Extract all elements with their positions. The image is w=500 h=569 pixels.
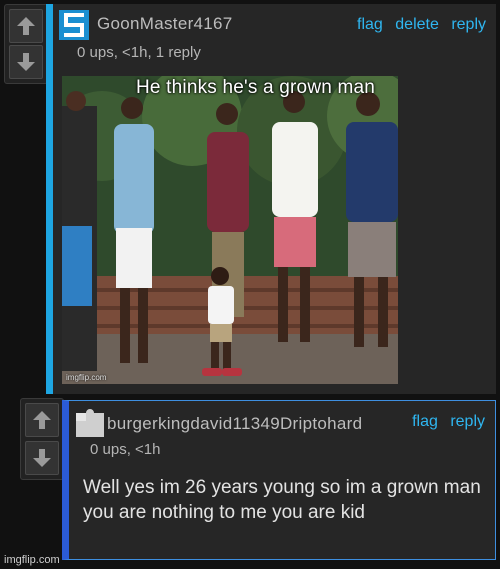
meme-watermark: imgflip.com [66,373,107,382]
reply-comment: burgerkingdavid11349Driptohard 0 ups, <1… [62,400,496,560]
reply-vote-column [20,398,64,480]
avatar[interactable] [76,407,104,437]
downvote-arrow-icon [33,449,51,467]
imgflip-s-logo-icon [59,10,89,40]
comment-vote-column [4,4,48,84]
downvote-arrow-icon [17,53,35,71]
upvote-arrow-icon [17,17,35,35]
comment-username[interactable]: GoonMaster4167 [97,14,233,34]
default-puzzle-avatar-icon [76,409,104,437]
site-watermark: imgflip.com [4,554,60,566]
flag-link[interactable]: flag [412,413,438,430]
comment: GoonMaster4167 0 ups, <1h, 1 reply flag … [46,4,496,394]
reply-meta: 0 ups, <1h [90,441,161,458]
comment-actions: flag delete reply [349,16,486,34]
flag-link[interactable]: flag [357,16,383,33]
meme-caption: He thinks he's a grown man [136,77,376,98]
upvote-button[interactable] [9,9,43,43]
reply-link[interactable]: reply [450,413,485,430]
downvote-button[interactable] [9,45,43,79]
reply-actions: flag reply [404,413,485,431]
avatar[interactable] [59,10,89,40]
reply-username[interactable]: burgerkingdavid11349Driptohard [107,414,362,434]
delete-link[interactable]: delete [395,16,439,33]
reply-text: Well yes im 26 years young so im a grown… [83,477,481,523]
meme-image[interactable]: He thinks he's a grown man imgflip.com [62,76,398,384]
reply-link[interactable]: reply [451,16,486,33]
upvote-arrow-icon [33,411,51,429]
reply-upvote-button[interactable] [25,403,59,437]
meme-photo [62,76,398,384]
comment-meta: 0 ups, <1h, 1 reply [77,44,201,61]
reply-downvote-button[interactable] [25,441,59,475]
